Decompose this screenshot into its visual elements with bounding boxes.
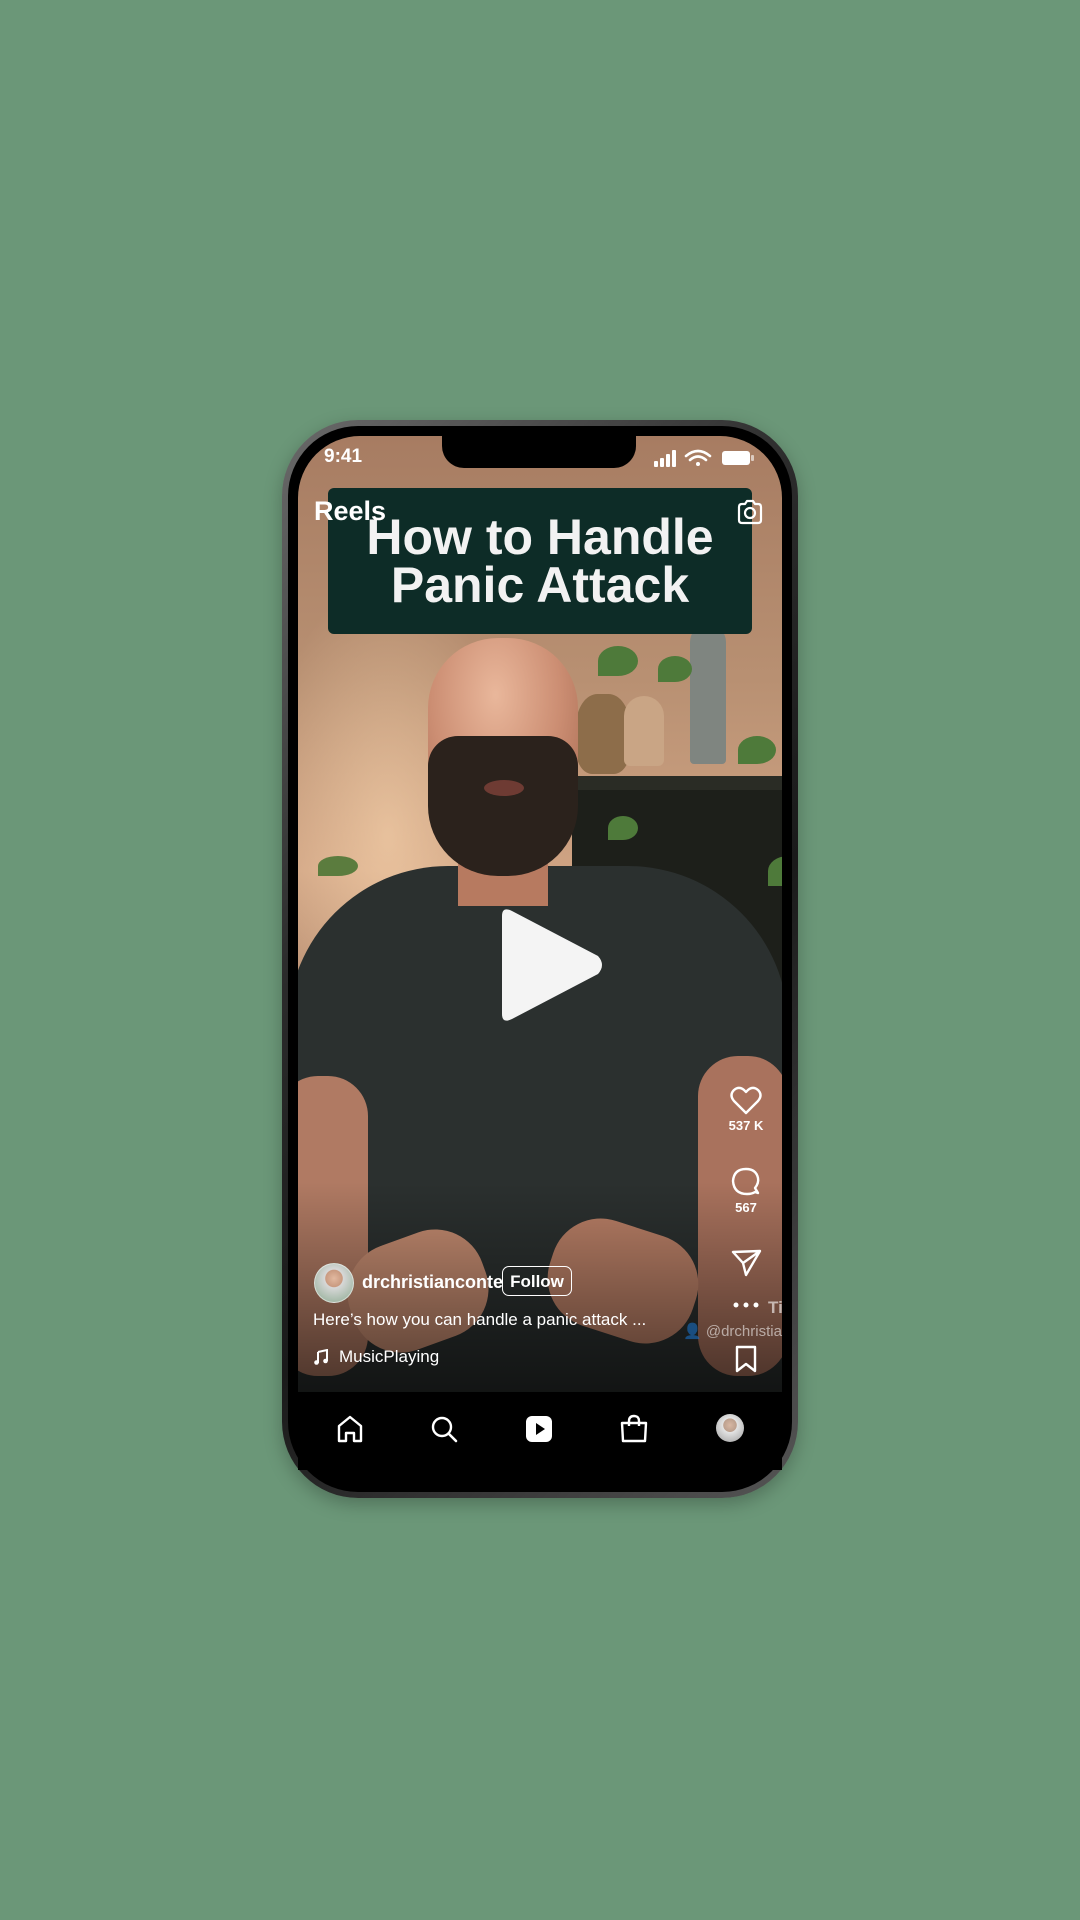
like-action[interactable]: 537 K — [718, 1086, 774, 1133]
reels-icon[interactable] — [523, 1413, 555, 1445]
status-time: 9:41 — [324, 446, 363, 467]
camera-icon[interactable] — [736, 498, 764, 526]
video-watermark-corner: Ti — [768, 1298, 783, 1317]
status-icons — [654, 449, 754, 467]
video-watermark: 👤 @drchristia — [683, 1323, 782, 1340]
plant-leaf — [658, 656, 692, 682]
page-title: Reels — [314, 496, 387, 526]
plant-leaf — [608, 816, 638, 840]
share-action[interactable] — [718, 1248, 774, 1278]
shop-icon[interactable] — [618, 1413, 650, 1445]
username[interactable]: drchristianconte — [362, 1272, 503, 1293]
music-track[interactable]: MusicPlaying — [313, 1347, 439, 1367]
avatar[interactable] — [314, 1263, 354, 1303]
video-watermark-text: @drchristia — [705, 1323, 782, 1340]
plant-leaf — [318, 856, 358, 876]
play-icon[interactable] — [490, 906, 606, 1024]
home-icon[interactable] — [334, 1413, 366, 1445]
save-action[interactable] — [718, 1344, 774, 1374]
plant-leaf — [598, 646, 638, 676]
music-note-icon — [314, 1349, 328, 1365]
notch — [442, 432, 636, 468]
bookmark-icon[interactable] — [732, 1344, 760, 1374]
post-caption[interactable]: Here’s how you can handle a panic attack… — [313, 1310, 646, 1330]
more-action[interactable] — [718, 1300, 774, 1310]
more-icon[interactable] — [730, 1300, 762, 1310]
video-title-overlay: How to Handle Panic Attack — [328, 488, 752, 634]
video-title-line-1: How to Handle — [366, 509, 714, 565]
statue — [624, 696, 664, 766]
comment-count: 567 — [735, 1200, 757, 1215]
like-count: 537 K — [728, 1118, 764, 1133]
battery-icon — [722, 451, 754, 465]
comment-action[interactable]: 567 — [718, 1166, 774, 1215]
signal-icon — [654, 450, 676, 467]
video-title-line-2: Panic Attack — [390, 557, 690, 613]
search-icon[interactable] — [428, 1413, 460, 1445]
person-beard — [428, 736, 578, 876]
send-icon[interactable] — [730, 1248, 762, 1278]
wifi-icon — [684, 449, 712, 466]
person-mouth — [484, 780, 524, 796]
comment-icon[interactable] — [730, 1166, 762, 1198]
heart-icon[interactable] — [730, 1086, 762, 1116]
follow-button[interactable]: Follow — [502, 1266, 572, 1296]
bird-statue — [690, 624, 726, 764]
profile-avatar-tab[interactable] — [716, 1414, 744, 1442]
shelf-board — [572, 776, 782, 790]
plant-leaf — [738, 736, 776, 764]
plant-pot — [576, 694, 630, 774]
music-label: MusicPlaying — [339, 1347, 440, 1366]
